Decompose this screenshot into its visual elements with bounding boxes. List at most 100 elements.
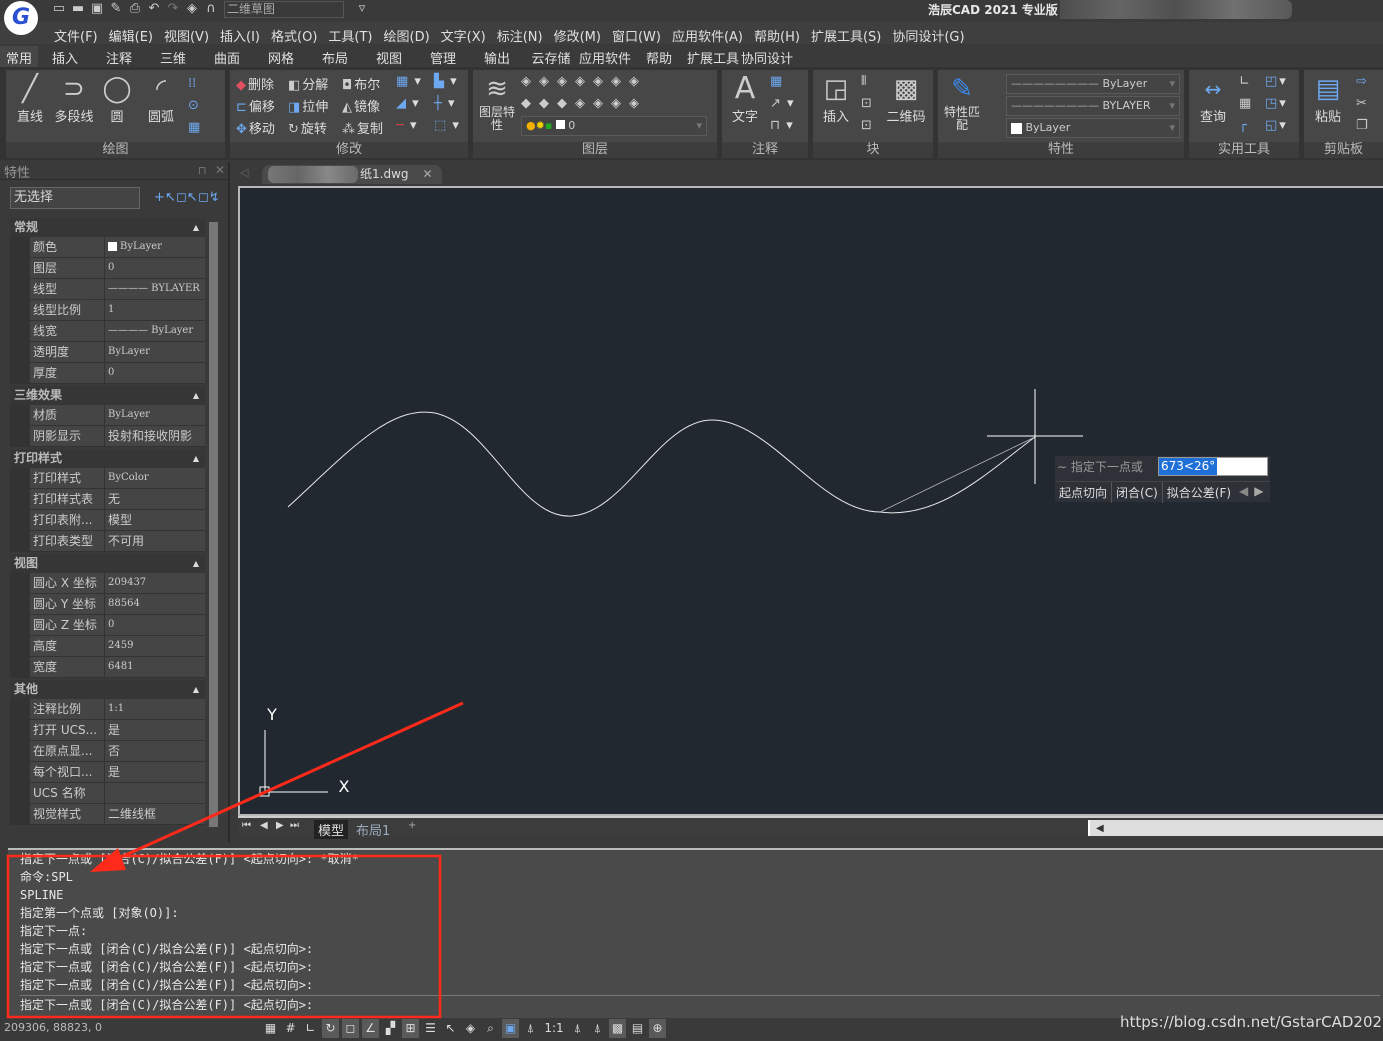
panel-annotate-label[interactable]: 注释 [722, 142, 808, 158]
options-prev-icon[interactable]: ◀ [1235, 482, 1252, 503]
tab-layout1[interactable]: 布局1 [356, 820, 390, 839]
property-value[interactable]: ———— BYLAYER [105, 279, 205, 299]
app-logo[interactable]: G [4, 1, 38, 35]
first-layout-icon[interactable]: ⏮ [242, 820, 251, 831]
copy-icon[interactable]: ❐ [1356, 118, 1368, 133]
arc-button[interactable]: ◜ 圆弧 [144, 72, 178, 125]
section-header[interactable]: 视图 [10, 554, 205, 573]
property-row[interactable]: 阴影显示 投射和接收阴影 [30, 426, 205, 447]
ribbon-tab[interactable]: 常用 [0, 46, 38, 67]
property-value[interactable]: ByLayer [105, 342, 205, 362]
property-value[interactable]: 二维线框 [105, 804, 205, 824]
ribbon-tab[interactable]: 管理 [416, 46, 470, 67]
print-icon[interactable]: ⎙ [126, 0, 144, 18]
tab-scroll-left-icon[interactable]: ◁ [240, 166, 248, 179]
stretch-button[interactable]: ◨ 拉伸 [288, 96, 328, 115]
coordinates-icon[interactable]: ∟ [1239, 74, 1250, 89]
option-fit-tolerance[interactable]: 拟合公差(F) [1163, 482, 1235, 503]
property-value[interactable]: 1:1 [105, 699, 205, 719]
property-row[interactable]: 圆心 Z 坐标 0 [30, 615, 205, 636]
menu-item[interactable]: 插入(I) [220, 22, 266, 45]
property-value[interactable]: 0 [105, 615, 205, 635]
layer-properties-button[interactable]: ≋ 图层特性 [477, 72, 517, 132]
copy-button[interactable]: ⁂ 复制 [342, 118, 383, 137]
property-value[interactable]: 模型 [105, 510, 205, 530]
annotation-scale[interactable]: 1:1 [542, 1019, 566, 1038]
pin-icon[interactable]: ⊓ [198, 164, 207, 177]
ribbon-tab[interactable]: 布局 [308, 46, 362, 67]
paste-button[interactable]: ▤ 粘贴 [1310, 72, 1346, 125]
table-icon[interactable]: ▦ [770, 74, 784, 89]
move-button[interactable]: ✥ 移动 [236, 118, 275, 137]
property-value[interactable] [105, 783, 205, 803]
ribbon-tab[interactable]: 插入 [38, 46, 92, 67]
array-icon[interactable]: ▦ ▾ [396, 74, 421, 89]
mirror-button[interactable]: ◭ 镜像 [342, 96, 380, 115]
ribbon-tab[interactable]: 应用软件 [578, 46, 632, 67]
dimension-icon[interactable]: ⊓ ▾ [770, 118, 793, 133]
auto-scale-icon[interactable]: ⍋ [569, 1019, 586, 1038]
polar-icon[interactable]: ↻ [322, 1019, 339, 1038]
grid-display-icon[interactable]: ▦ [262, 1019, 279, 1038]
dynamic-ucs-icon[interactable]: ▞ [382, 1019, 399, 1038]
fillet-icon[interactable]: ◢ ▾ [396, 96, 419, 111]
calculator-icon[interactable]: ▦ [1239, 96, 1251, 111]
property-value[interactable]: ByLayer [105, 405, 205, 425]
close-tab-icon[interactable]: ✕ [423, 167, 433, 181]
qrcode-button[interactable]: ▩ 二维码 [883, 72, 929, 125]
property-value[interactable]: 不可用 [105, 531, 205, 551]
tab-model[interactable]: 模型 [314, 820, 349, 839]
property-row[interactable]: 圆心 X 坐标 209437 [30, 573, 205, 594]
headset-icon[interactable]: ∩ [202, 0, 220, 18]
menu-item[interactable]: 扩展工具(S) [811, 22, 887, 45]
offset-button[interactable]: ⊏ 偏移 [236, 96, 275, 115]
id-point-icon[interactable]: ┌ [1239, 118, 1247, 133]
match-properties-button[interactable]: ✎ 特性匹配 [942, 72, 982, 132]
snap-icon[interactable]: # [282, 1019, 299, 1038]
option-tangent[interactable]: 起点切向 [1055, 482, 1113, 503]
ribbon-tab[interactable]: 注释 [92, 46, 146, 67]
command-input[interactable]: 指定下一点或 [闭合(C)/拟合公差(F)] <起点切向>: [20, 995, 1380, 1014]
linetype-select[interactable]: ———————— ByLayer [1006, 74, 1180, 94]
next-layout-icon[interactable]: ▶ [276, 820, 284, 831]
close-icon[interactable]: ✕ [215, 163, 225, 177]
panel-clipboard-label[interactable]: 剪贴板 [1304, 142, 1383, 158]
clean-screen-icon[interactable]: ⊕ [649, 1019, 666, 1038]
ribbon-tab[interactable]: 云存储 [524, 46, 578, 67]
dynamic-input-field[interactable]: 673<26° [1158, 457, 1268, 476]
linestyle-select[interactable]: ———————— BYLAYER [1006, 96, 1180, 116]
horizontal-scrollbar[interactable]: ◀ [1088, 820, 1383, 836]
select-tool-icon[interactable]: ◰ ▾ [1265, 74, 1286, 89]
undo-icon[interactable]: ↶ [145, 0, 163, 18]
circle-button[interactable]: ◯ 圆 [102, 72, 132, 125]
text-button[interactable]: A 文字 [728, 72, 762, 126]
zoom-icon[interactable]: ⌕ [482, 1019, 499, 1038]
line-button[interactable]: ╱ 直线 [12, 72, 48, 125]
document-tab[interactable]: 纸1.dwg ✕ [262, 165, 442, 184]
property-value[interactable]: 否 [105, 741, 205, 761]
layer-select[interactable]: ●✹▪ 0 [521, 116, 707, 136]
explode-button[interactable]: ◧ 分解 [288, 74, 328, 93]
property-value[interactable]: ByLayer [105, 237, 205, 257]
lineweight-icon[interactable]: ☰ [422, 1019, 439, 1038]
model-space-icon[interactable]: ▣ [502, 1019, 519, 1038]
isolate-icon[interactable]: ▩ [609, 1019, 626, 1038]
copy-clip-icon[interactable]: ⇨ [1356, 74, 1369, 89]
layer-tools-row2[interactable]: ◆◆◆◈◈◈◈ [521, 96, 647, 111]
open-icon[interactable]: ▬ [69, 0, 87, 18]
menu-item[interactable]: 视图(V) [164, 22, 215, 45]
quick-select-icon[interactable]: ◻↯ [198, 190, 220, 205]
dynamic-input-icon[interactable]: ⊞ [402, 1019, 419, 1038]
workspace-select[interactable]: 二维草图 [224, 0, 344, 18]
ribbon-tab[interactable]: 扩展工具 [686, 46, 740, 67]
ortho-icon[interactable]: ∟ [302, 1019, 319, 1038]
panel-block-label[interactable]: 块 [813, 142, 933, 158]
property-value[interactable]: 0 [105, 258, 205, 278]
cut-icon[interactable]: ✂ [1356, 96, 1367, 111]
layers-icon[interactable]: ◈ [183, 0, 201, 18]
property-value[interactable]: 0 [105, 363, 205, 383]
menu-item[interactable]: 编辑(E) [109, 22, 159, 45]
property-value[interactable]: 无 [105, 489, 205, 509]
section-header[interactable]: 三维效果 [10, 386, 205, 405]
layer-filter-icon[interactable]: ◈ [462, 1019, 479, 1038]
